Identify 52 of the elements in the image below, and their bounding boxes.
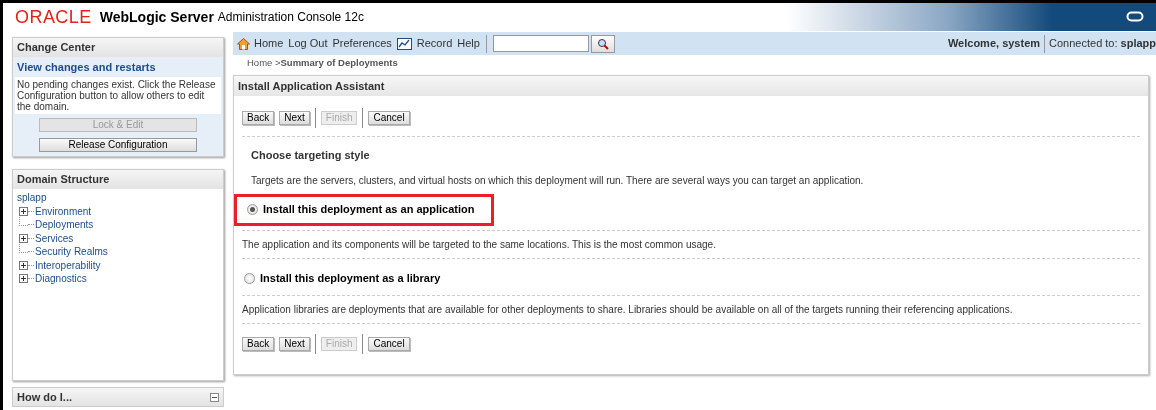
expand-icon[interactable] xyxy=(19,206,28,216)
wizard-button[interactable]: Back xyxy=(242,336,275,351)
tree-item-link[interactable]: Interoperability xyxy=(35,258,101,272)
option-description: Application libraries are deployments that are available for other deployments to share. Libraries should be available on all of the targets running their referencing applications. xyxy=(242,302,1014,317)
product-subtitle: Administration Console 12c xyxy=(217,9,364,26)
chart-icon[interactable] xyxy=(396,37,412,50)
panel-title: Install Application Assistant xyxy=(234,76,1148,96)
panel-title: Domain Structure xyxy=(13,170,223,189)
breadcrumb-link[interactable]: Home > xyxy=(247,56,281,71)
brand-logo: ORACLE xyxy=(15,5,92,29)
tree-item-link[interactable]: Environment xyxy=(35,204,92,218)
section-heading: Choose targeting style xyxy=(250,148,371,163)
expand-icon[interactable] xyxy=(19,233,28,243)
view-changes-link[interactable]: View changes and restarts xyxy=(13,57,223,77)
panel-title: How do I... xyxy=(17,389,72,405)
welcome-text: Welcome, system xyxy=(946,36,1042,52)
home-icon[interactable] xyxy=(237,37,250,50)
toolbar-link[interactable]: Home xyxy=(254,35,284,52)
expand-icon[interactable] xyxy=(19,274,28,284)
wizard-button[interactable]: Next xyxy=(279,336,310,351)
toolbar-link[interactable]: Log Out xyxy=(288,35,328,52)
expand-icon[interactable] xyxy=(19,260,28,270)
tree-root-link[interactable]: splapp xyxy=(17,191,47,205)
toolbar-link[interactable]: Record xyxy=(416,35,453,52)
option-label: Install this deployment as an application xyxy=(263,202,475,218)
tree-item-link[interactable]: Deployments xyxy=(35,218,94,232)
toolbar-link[interactable]: Help xyxy=(457,35,480,52)
search-icon xyxy=(596,37,609,50)
tree-item-link[interactable]: Services xyxy=(35,231,74,245)
product-name: WebLogic Server xyxy=(99,7,214,27)
tree-item-link[interactable]: Security Realms xyxy=(35,245,108,259)
breadcrumb-current: Summary of Deployments xyxy=(280,56,398,71)
search-button[interactable] xyxy=(590,34,615,53)
logo-icon xyxy=(1126,11,1144,23)
release-configuration-button[interactable]: Release Configuration xyxy=(39,138,197,152)
radio-button[interactable] xyxy=(247,204,258,215)
wizard-button[interactable]: Cancel xyxy=(368,336,410,351)
search-field[interactable] xyxy=(492,35,589,52)
panel-title: Change Center xyxy=(13,38,223,57)
wizard-button[interactable]: Back xyxy=(242,111,275,125)
tree-item-link[interactable]: Diagnostics xyxy=(35,272,87,286)
pending-changes-message: No pending changes exist. Click the Release Configuration button to allow others to edit the domain. xyxy=(15,77,221,114)
option-label: Install this deployment as a library xyxy=(260,271,441,287)
connected-label: Connected to: xyxy=(1048,36,1118,52)
connected-value: splapp xyxy=(1119,36,1156,52)
collapse-icon[interactable] xyxy=(210,392,219,402)
radio-button[interactable] xyxy=(244,273,255,284)
option-description: The application and its components will be targeted to the same locations. This is the most common usage. xyxy=(242,237,717,252)
wizard-button[interactable]: Next xyxy=(279,111,310,125)
toolbar-link[interactable]: Preferences xyxy=(332,35,392,52)
wizard-button[interactable]: Cancel xyxy=(368,111,410,125)
intro-text: Targets are the servers, clusters, and virtual hosts on which this deployment will run. There are several ways you can target an application. xyxy=(250,173,865,188)
